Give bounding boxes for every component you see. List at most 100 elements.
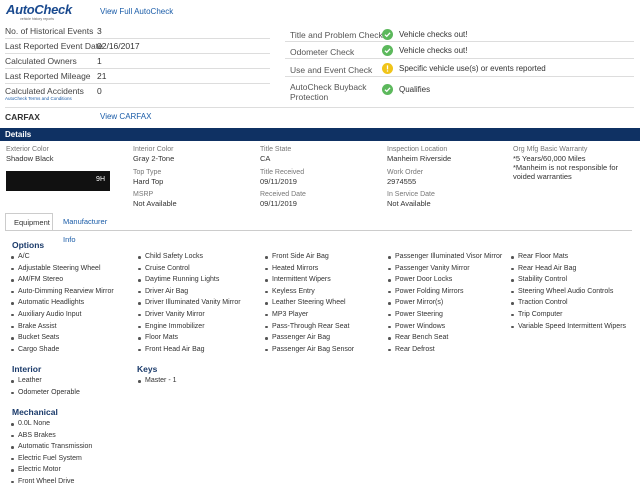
vin-suffix: 9H bbox=[96, 176, 105, 183]
carfax-label: CARFAX bbox=[5, 112, 40, 122]
feature-item: Electric Fuel System bbox=[10, 453, 92, 465]
check-circle-icon bbox=[382, 84, 393, 95]
feature-item: Heated Mirrors bbox=[264, 263, 354, 275]
check-result-odometer: Vehicle checks out! bbox=[399, 46, 468, 55]
stat-value-owners: 1 bbox=[97, 56, 102, 66]
feature-item: Auxiliary Audio Input bbox=[10, 309, 114, 321]
feature-item: Rear Defrost bbox=[387, 344, 502, 356]
feature-item: Cruise Control bbox=[137, 263, 241, 275]
top-type-label: Top Type bbox=[133, 169, 162, 176]
feature-item: Driver Illuminated Vanity Mirror bbox=[137, 297, 241, 309]
stat-value-historical-events: 3 bbox=[97, 26, 102, 36]
feature-item: Auto-Dimming Rearview Mirror bbox=[10, 286, 114, 298]
feature-item: Cargo Shade bbox=[10, 344, 114, 356]
divider bbox=[285, 41, 634, 42]
autocheck-logo-text: AutoCheck bbox=[6, 2, 72, 17]
warranty-value: *5 Years/60,000 Miles bbox=[513, 154, 586, 163]
tab-manufacturer-info[interactable]: Manufacturer Info bbox=[55, 213, 115, 244]
feature-item: Front Head Air Bag bbox=[137, 344, 241, 356]
feature-item: Odometer Operable bbox=[10, 387, 80, 399]
feature-item: Power Steering bbox=[387, 309, 502, 321]
feature-item: AM/FM Stereo bbox=[10, 274, 114, 286]
feature-item: Master - 1 bbox=[137, 375, 177, 387]
feature-item: Traction Control bbox=[510, 297, 626, 309]
check-label-buyback: AutoCheck Buyback Protection bbox=[290, 82, 367, 102]
check-circle-icon bbox=[382, 29, 393, 40]
received-date-label: Received Date bbox=[260, 191, 306, 198]
mechanical-title: Mechanical bbox=[12, 407, 58, 417]
check-label-title-problem: Title and Problem Check bbox=[290, 30, 383, 40]
feature-item: Driver Air Bag bbox=[137, 286, 241, 298]
in-service-date-label: In Service Date bbox=[387, 191, 435, 198]
feature-item: Passenger Vanity Mirror bbox=[387, 263, 502, 275]
warranty-disclaimer: *Manheim is not responsible for bbox=[513, 163, 619, 172]
stat-label-owners: Calculated Owners bbox=[5, 56, 77, 66]
stat-label-accidents: Calculated Accidents bbox=[5, 86, 84, 96]
autocheck-terms-link[interactable]: AutoCheck Terms and Conditions bbox=[5, 96, 72, 101]
divider bbox=[5, 38, 270, 39]
received-date-value: 09/11/2019 bbox=[260, 199, 297, 208]
options-col-3: Front Side Air Bag Heated Mirrors Intermit… bbox=[264, 251, 354, 355]
view-full-autocheck-link[interactable]: View Full AutoCheck bbox=[100, 7, 173, 16]
top-type-value: Hard Top bbox=[133, 177, 164, 186]
exterior-color-value: Shadow Black bbox=[6, 154, 54, 163]
feature-item: Power Door Locks bbox=[387, 274, 502, 286]
check-label-use-event: Use and Event Check bbox=[290, 65, 373, 75]
stat-value-last-event-date: 02/16/2017 bbox=[97, 41, 140, 51]
inspection-location-label: Inspection Location bbox=[387, 146, 448, 153]
stat-label-mileage: Last Reported Mileage bbox=[5, 71, 91, 81]
divider bbox=[285, 76, 634, 77]
options-col-5: Rear Floor Mats Rear Head Air Bag Stabilit… bbox=[510, 251, 626, 332]
title-state-value: CA bbox=[260, 154, 271, 163]
title-received-value: 09/11/2019 bbox=[260, 177, 297, 186]
title-state-label: Title State bbox=[260, 146, 292, 153]
tab-equipment[interactable]: Equipment bbox=[5, 213, 53, 231]
feature-item: Automatic Headlights bbox=[10, 297, 114, 309]
stat-value-mileage: 21 bbox=[97, 71, 107, 81]
warranty-disclaimer-cont: voided warranties bbox=[513, 172, 572, 181]
check-result-buyback: Qualifies bbox=[399, 85, 431, 94]
check-result-title-problem: Vehicle checks out! bbox=[399, 30, 468, 39]
feature-item: Trip Computer bbox=[510, 309, 626, 321]
feature-item: Child Safety Locks bbox=[137, 251, 241, 263]
work-order-value: 2974555 bbox=[387, 177, 417, 186]
feature-item: Engine Immobilizer bbox=[137, 321, 241, 333]
keys-title: Keys bbox=[137, 364, 158, 374]
interior-title: Interior bbox=[12, 364, 42, 374]
alert-circle-icon bbox=[382, 63, 393, 74]
feature-item: ABS Brakes bbox=[10, 430, 92, 442]
divider bbox=[285, 58, 634, 59]
interior-list: Leather Odometer Operable bbox=[10, 375, 80, 398]
view-carfax-link[interactable]: View CARFAX bbox=[100, 112, 151, 121]
divider bbox=[5, 107, 634, 108]
feature-item: Leather Steering Wheel bbox=[264, 297, 354, 309]
interior-color-value: Gray 2-Tone bbox=[133, 154, 175, 163]
feature-item: Rear Bench Seat bbox=[387, 332, 502, 344]
feature-item: Passenger Air Bag Sensor bbox=[264, 344, 354, 356]
feature-item: Front Wheel Drive bbox=[10, 476, 92, 488]
feature-item: Driver Vanity Mirror bbox=[137, 309, 241, 321]
feature-item: Rear Head Air Bag bbox=[510, 263, 626, 275]
feature-item: Power Mirror(s) bbox=[387, 297, 502, 309]
feature-item: Intermittent Wipers bbox=[264, 274, 354, 286]
options-col-1: A/C Adjustable Steering Wheel AM/FM Stereo… bbox=[10, 251, 114, 355]
details-header: Details bbox=[0, 128, 640, 141]
feature-item: Pass-Through Rear Seat bbox=[264, 321, 354, 333]
feature-item: Bucket Seats bbox=[10, 332, 114, 344]
stat-label-last-event-date: Last Reported Event Date bbox=[5, 41, 103, 51]
feature-item: Keyless Entry bbox=[264, 286, 354, 298]
exterior-color-label: Exterior Color bbox=[6, 146, 49, 153]
feature-item: Power Windows bbox=[387, 321, 502, 333]
warranty-label: Org Mfg Basic Warranty bbox=[513, 146, 588, 153]
msrp-label: MSRP bbox=[133, 191, 154, 198]
feature-item: A/C bbox=[10, 251, 114, 263]
feature-item: MP3 Player bbox=[264, 309, 354, 321]
feature-item: Electric Motor bbox=[10, 464, 92, 476]
autocheck-logo-subtitle: vehicle history reports bbox=[20, 17, 55, 21]
feature-item: Rear Floor Mats bbox=[510, 251, 626, 263]
feature-item: 0.0L None bbox=[10, 418, 92, 430]
divider bbox=[5, 68, 270, 69]
inspection-location-value: Manheim Riverside bbox=[387, 154, 452, 163]
feature-item: Floor Mats bbox=[137, 332, 241, 344]
options-col-4: Passenger Illuminated Visor Mirror Passen… bbox=[387, 251, 502, 355]
